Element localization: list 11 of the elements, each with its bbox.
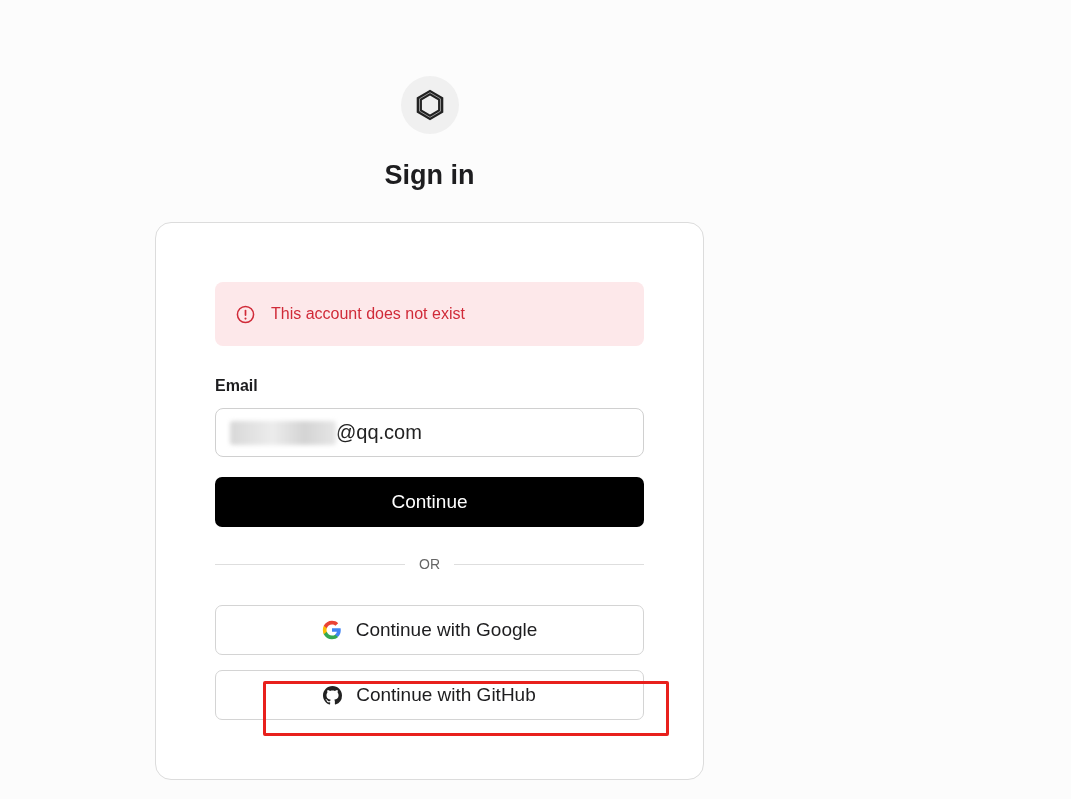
github-button[interactable]: Continue with GitHub (215, 670, 644, 720)
email-field[interactable]: @qq.com (215, 408, 644, 457)
alert-icon (236, 304, 255, 324)
continue-button[interactable]: Continue (215, 477, 644, 527)
alert-message: This account does not exist (271, 305, 465, 323)
github-icon (323, 685, 343, 705)
divider-label: OR (419, 556, 440, 572)
google-icon (321, 620, 342, 640)
google-button[interactable]: Continue with Google (215, 605, 644, 655)
page-title: Sign in (384, 159, 475, 192)
email-label: Email (215, 377, 258, 395)
